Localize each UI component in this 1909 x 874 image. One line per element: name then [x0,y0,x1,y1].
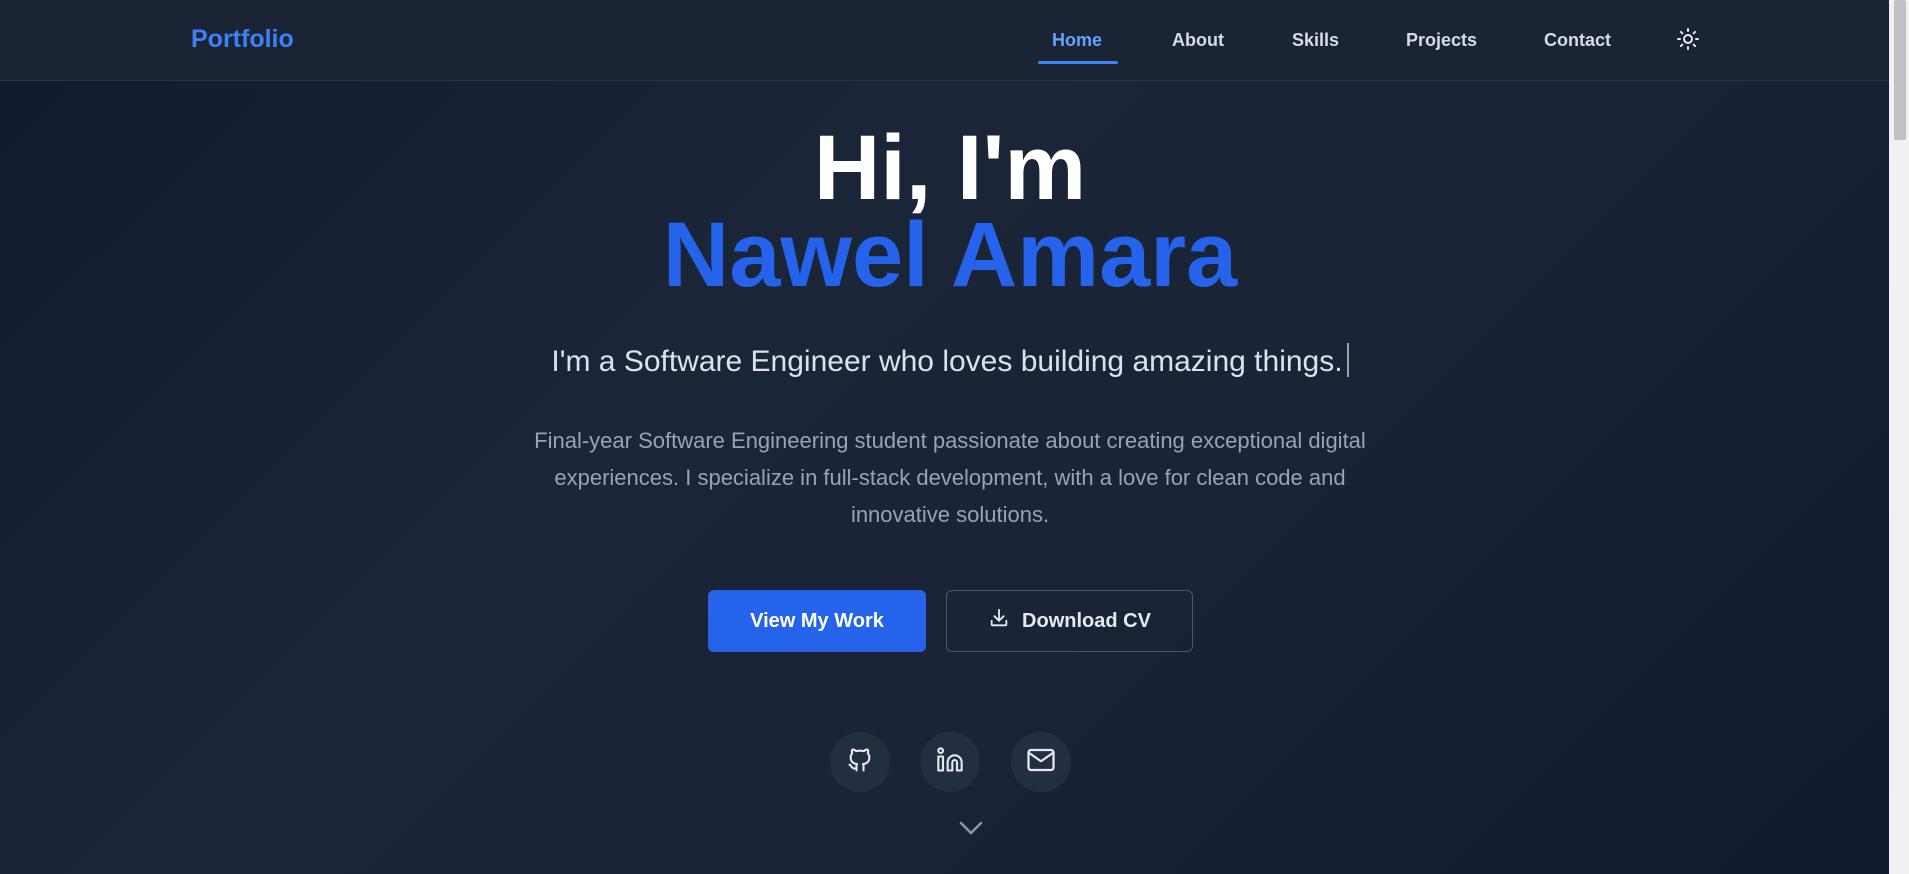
nav-active-indicator [1038,61,1118,64]
hero-tagline: I'm a Software Engineer who loves buildi… [551,345,1343,378]
nav-link-contact[interactable]: Contact [1544,30,1611,51]
typing-cursor [1346,343,1349,377]
scrollbar-thumb[interactable] [1894,0,1906,140]
theme-toggle-button[interactable] [1674,27,1702,55]
nav-link-projects[interactable]: Projects [1406,30,1477,51]
github-link[interactable] [830,732,890,792]
github-icon [846,746,874,779]
mail-icon [1026,745,1056,780]
chevron-down-icon [957,818,985,843]
nav-link-home[interactable]: Home [1052,30,1102,51]
hero-tagline-container: I'm a Software Engineer who loves buildi… [0,342,1900,382]
sun-icon [1676,27,1700,56]
download-cv-label: Download CV [1022,609,1151,632]
linkedin-icon [936,746,964,779]
hero-name: Nawel Amara [662,204,1238,306]
download-cv-button[interactable]: Download CV [946,590,1193,652]
linkedin-link[interactable] [920,732,980,792]
view-my-work-button[interactable]: View My Work [708,590,926,652]
brand-logo[interactable]: Portfolio [191,25,294,54]
hero-description: Final-year Software Engineering student … [534,428,1366,527]
download-icon [988,607,1010,635]
email-link[interactable] [1011,732,1071,792]
nav-link-about[interactable]: About [1172,30,1224,51]
navbar: Portfolio Home About Skills Projects Con… [0,0,1889,81]
nav-link-skills[interactable]: Skills [1292,30,1339,51]
hero-greeting: Hi, I'm [813,117,1087,219]
scrollbar-track[interactable] [1889,0,1909,874]
scroll-down-button[interactable] [956,818,986,842]
view-my-work-label: View My Work [750,609,884,632]
